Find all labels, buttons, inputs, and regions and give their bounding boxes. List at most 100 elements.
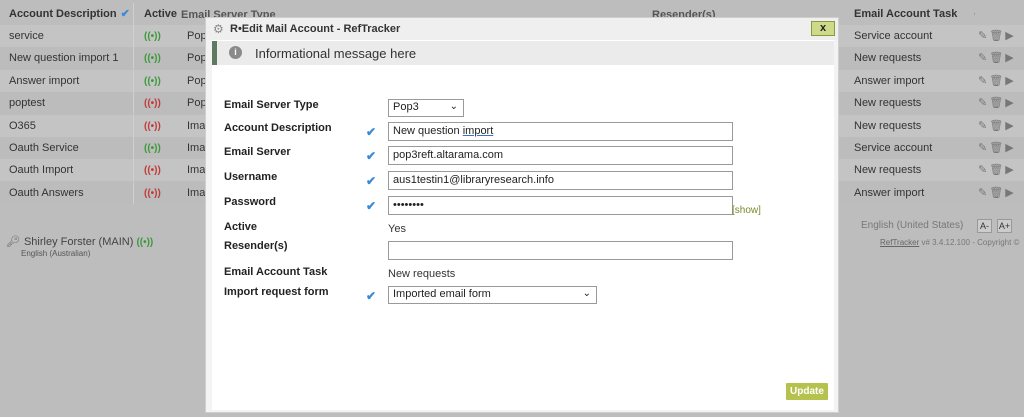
play-icon[interactable]: ▶ — [1005, 187, 1015, 199]
show-password-link[interactable]: [show] — [732, 205, 761, 216]
server-type-select[interactable]: Pop3 ⌄ — [388, 99, 464, 117]
label-resender: Resender(s) — [224, 240, 288, 252]
signal-icon: ((•)) — [136, 237, 154, 248]
server-input[interactable]: pop3reft.altarama.com — [388, 146, 733, 165]
play-icon[interactable]: ▶ — [1005, 142, 1015, 154]
resender-input[interactable] — [388, 241, 733, 260]
row-actions: ✎🗑︎▶ — [976, 182, 1024, 204]
edit-icon[interactable]: ✎ — [978, 187, 989, 199]
edit-icon[interactable]: ✎ — [978, 52, 989, 64]
version-info: RefTracker v# 3.4.12.100 - Copyright © — [880, 238, 1020, 247]
user-locale: English (Australian) — [21, 249, 91, 258]
row-description: Oauth Import — [0, 159, 134, 182]
row-description: service — [0, 25, 134, 47]
play-icon[interactable]: ▶ — [1005, 164, 1015, 176]
signal-icon: ((•)) — [144, 187, 161, 199]
check-icon: ✔ — [366, 174, 377, 188]
key-icon: 🔑︎ — [6, 236, 20, 248]
row-server-type: Imap — [187, 119, 208, 132]
play-icon[interactable]: ▶ — [1005, 97, 1015, 109]
play-icon[interactable]: ▶ — [1005, 52, 1015, 64]
dialog-titlebar[interactable]: ⚙ R•Edit Mail Account - RefTracker x — [206, 18, 838, 40]
info-icon: i — [229, 46, 242, 59]
edit-mail-account-dialog: ⚙ R•Edit Mail Account - RefTracker x i I… — [205, 17, 839, 413]
delete-icon[interactable]: 🗑︎ — [989, 142, 1005, 154]
label-description: Account Description — [224, 122, 332, 134]
check-icon: ✔ — [120, 8, 130, 20]
row-actions: ✎🗑︎▶ — [976, 47, 1024, 69]
font-smaller-button[interactable]: A- — [977, 219, 992, 233]
signal-icon: ((•)) — [144, 120, 161, 132]
row-task: Service account — [854, 142, 933, 154]
header-description[interactable]: Account Description ✔ — [0, 3, 134, 27]
row-description: poptest — [0, 92, 134, 115]
font-larger-button[interactable]: A+ — [997, 219, 1012, 233]
edit-icon[interactable]: ✎ — [978, 120, 989, 132]
edit-icon[interactable]: ✎ — [978, 97, 989, 109]
delete-icon[interactable]: 🗑︎ — [989, 75, 1005, 87]
row-server-type: Pop3 — [187, 74, 208, 87]
row-task: Service account — [854, 30, 933, 42]
edit-icon[interactable]: ✎ — [978, 75, 989, 87]
row-task: Answer import — [854, 74, 925, 87]
delete-icon[interactable]: 🗑︎ — [989, 120, 1005, 132]
signal-icon: ((•)) — [144, 98, 161, 110]
signal-icon: ((•)) — [144, 143, 161, 154]
row-description: O365 — [0, 114, 134, 137]
row-task: New requests — [854, 52, 922, 65]
delete-icon[interactable]: 🗑︎ — [989, 187, 1005, 199]
play-icon[interactable]: ▶ — [1005, 120, 1015, 132]
check-icon: ✔ — [366, 199, 377, 213]
row-server-type: Imap — [187, 164, 208, 177]
chevron-down-icon: ⌄ — [582, 288, 591, 299]
close-button[interactable]: x — [811, 21, 835, 36]
current-user: 🔑︎ Shirley Forster (MAIN) ((•)) — [6, 236, 154, 248]
row-task: Answer import — [854, 186, 925, 199]
play-icon[interactable]: ▶ — [1005, 30, 1015, 42]
row-server-type: Pop3 — [187, 52, 208, 65]
delete-icon[interactable]: 🗑︎ — [989, 97, 1005, 109]
label-import-form: Import request form — [224, 286, 329, 298]
row-description: New question import 1 — [0, 47, 134, 70]
row-server-type: Pop3 — [187, 97, 208, 110]
task-value: New requests — [388, 268, 456, 280]
delete-icon[interactable]: 🗑︎ — [989, 52, 1005, 64]
edit-icon[interactable]: ✎ — [978, 142, 989, 154]
row-server-type: Imap — [187, 186, 208, 199]
password-input[interactable]: •••••••• — [388, 196, 733, 215]
check-icon: ✔ — [366, 125, 377, 139]
product-link[interactable]: RefTracker — [880, 238, 919, 247]
row-server-type: Imap — [187, 142, 208, 154]
active-value: Yes — [388, 223, 406, 235]
header-task[interactable]: Email Account Task✔ — [845, 3, 975, 27]
row-task: New requests — [854, 119, 922, 132]
row-actions: ✎🗑︎▶ — [976, 159, 1024, 181]
dialog-title: R•Edit Mail Account - RefTracker — [230, 23, 401, 35]
delete-icon[interactable]: 🗑︎ — [989, 164, 1005, 176]
row-task: New requests — [854, 97, 922, 110]
delete-icon[interactable]: 🗑︎ — [989, 30, 1005, 42]
username-input[interactable]: aus1testin1@libraryresearch.info — [388, 171, 733, 190]
row-description: Answer import — [0, 69, 134, 92]
label-username: Username — [224, 171, 278, 183]
edit-icon[interactable]: ✎ — [978, 164, 989, 176]
edit-icon[interactable]: ✎ — [978, 30, 989, 42]
row-actions: ✎🗑︎▶ — [976, 25, 1024, 47]
label-server: Email Server — [224, 146, 291, 158]
check-icon: ✔ — [366, 149, 377, 163]
row-server-type: Pop3 — [187, 30, 208, 42]
signal-icon: ((•)) — [144, 31, 161, 42]
check-icon: ✔ — [973, 8, 975, 20]
description-input[interactable]: New question import — [388, 122, 733, 141]
label-task: Email Account Task — [224, 266, 328, 278]
label-server-type: Email Server Type — [224, 99, 319, 111]
label-password: Password — [224, 196, 276, 208]
import-form-select[interactable]: Imported email form ⌄ — [388, 286, 597, 304]
header-active[interactable]: Active — [135, 3, 177, 27]
row-actions: ✎🗑︎▶ — [976, 115, 1024, 137]
play-icon[interactable]: ▶ — [1005, 75, 1015, 87]
row-actions: ✎🗑︎▶ — [976, 137, 1024, 159]
language-label[interactable]: English (United States) — [861, 220, 963, 231]
update-button[interactable]: Update — [786, 383, 828, 400]
signal-icon: ((•)) — [144, 75, 161, 87]
